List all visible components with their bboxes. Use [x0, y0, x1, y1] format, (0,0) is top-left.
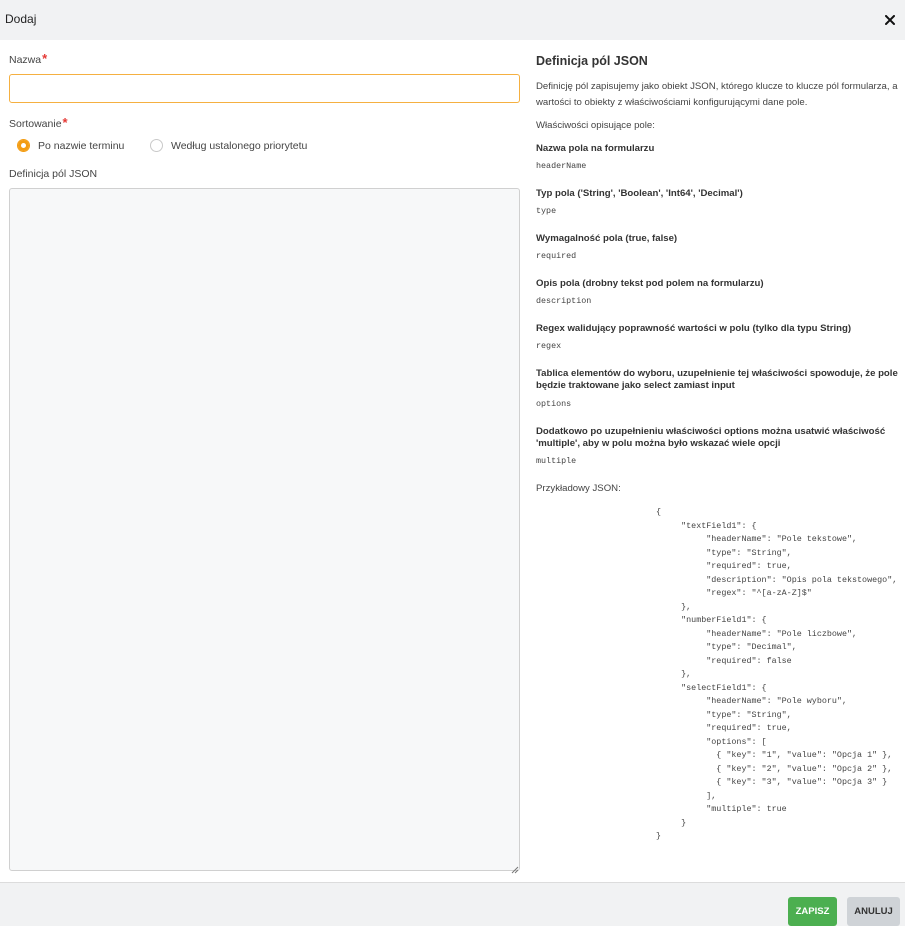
- dialog-footer: ZAPISZ ANULUJ: [0, 882, 905, 926]
- required-mark: *: [42, 51, 48, 66]
- json-definition-textarea[interactable]: [9, 188, 520, 871]
- dialog-header: Dodaj: [0, 0, 905, 40]
- radio-unchecked-icon[interactable]: [150, 139, 163, 152]
- help-description: Definicję pól zapisujemy jako obiekt JSO…: [536, 81, 898, 108]
- property-label: Typ pola ('String', 'Boolean', 'Int64', …: [536, 188, 743, 199]
- save-button[interactable]: ZAPISZ: [788, 897, 837, 926]
- property-label: Opis pola (drobny tekst pod polem na for…: [536, 278, 764, 289]
- property-code: description: [536, 296, 592, 306]
- help-panel: Definicja pól JSON Definicję pól zapisuj…: [536, 54, 898, 494]
- sort-option-label: Po nazwie terminu: [38, 139, 125, 152]
- property-label: Tablica elementów do wyboru, uzupełnieni…: [536, 368, 898, 391]
- property-code: regex: [536, 341, 562, 351]
- cancel-button[interactable]: ANULUJ: [847, 897, 900, 926]
- property-code: headerName: [536, 161, 587, 171]
- json-definition-label: Definicja pól JSON: [9, 168, 98, 180]
- property-code: options: [536, 399, 572, 409]
- dialog-title: Dodaj: [5, 12, 37, 26]
- property-code: multiple: [536, 456, 577, 466]
- sort-option-priority[interactable]: Według ustalonego priorytetu: [150, 139, 307, 152]
- sort-option-label: Według ustalonego priorytetu: [171, 139, 308, 152]
- property-code: type: [536, 206, 557, 216]
- property-label: Wymagalność pola (true, false): [536, 233, 678, 244]
- property-label: Nazwa pola na formularzu: [536, 143, 655, 154]
- help-title: Definicja pól JSON: [536, 54, 648, 68]
- property-label: Dodatkowo po uzupełnieniu właściwości op…: [536, 426, 886, 449]
- property-code: required: [536, 251, 577, 261]
- example-heading: Przykładowy JSON:: [536, 483, 621, 494]
- property-label: Regex walidujący poprawność wartości w p…: [536, 323, 852, 334]
- resize-grip-icon[interactable]: [510, 861, 519, 874]
- close-icon[interactable]: [885, 12, 895, 25]
- name-label: Nazwa*: [9, 51, 48, 66]
- sort-option-term-name[interactable]: Po nazwie terminu: [17, 139, 124, 152]
- properties-heading: Właściwości opisujące pole:: [536, 120, 655, 131]
- required-mark: *: [62, 115, 68, 130]
- sort-label: Sortowanie*: [9, 115, 68, 130]
- name-input[interactable]: [9, 74, 520, 103]
- example-json-code: { "textField1": { "headerName": "Pole te…: [656, 507, 898, 841]
- radio-checked-icon[interactable]: [17, 139, 30, 152]
